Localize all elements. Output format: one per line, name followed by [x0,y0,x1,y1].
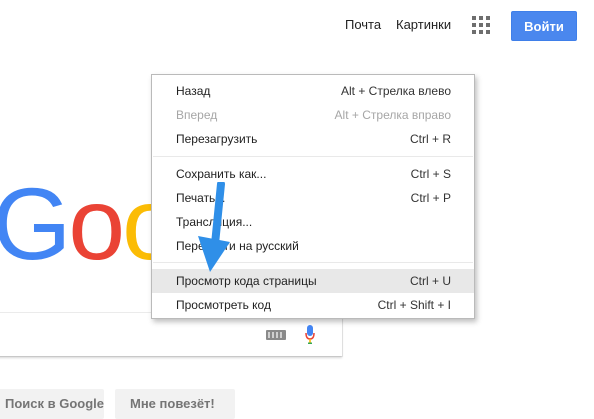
keyboard-icon[interactable] [266,330,286,340]
menu-item-label: Сохранить как... [176,167,267,181]
menu-item-inspect[interactable]: Просмотреть код Ctrl + Shift + I [152,293,474,317]
google-search-button[interactable]: Поиск в Google [0,389,104,419]
menu-item-label: Назад [176,84,211,98]
images-link[interactable]: Картинки [396,17,451,32]
menu-separator [153,156,473,157]
menu-item-shortcut: Ctrl + P [410,191,451,205]
search-input[interactable] [0,313,342,356]
menu-item-cast[interactable]: Трансляция... [152,210,474,234]
menu-item-translate[interactable]: Перевести на русский [152,234,474,258]
feeling-lucky-button[interactable]: Мне повезёт! [115,389,235,419]
microphone-icon[interactable] [305,325,315,345]
menu-item-label: Трансляция... [176,215,253,229]
menu-item-back[interactable]: Назад Alt + Стрелка влево [152,79,474,103]
signin-button[interactable]: Войти [511,11,577,41]
menu-item-forward[interactable]: Вперед Alt + Стрелка вправо [152,103,474,127]
mail-link[interactable]: Почта [345,17,381,32]
logo-letter: G [0,167,71,281]
menu-item-label: Перезагрузить [176,132,258,146]
menu-item-label: Просмотр кода страницы [176,274,317,288]
menu-item-shortcut: Alt + Стрелка влево [340,84,451,98]
menu-item-reload[interactable]: Перезагрузить Ctrl + R [152,127,474,151]
menu-item-print[interactable]: Печать... Ctrl + P [152,186,474,210]
menu-item-view-source[interactable]: Просмотр кода страницы Ctrl + U [152,269,474,293]
apps-grid-icon[interactable] [472,16,490,34]
menu-separator [153,262,473,263]
menu-item-label: Перевести на русский [176,239,299,253]
menu-item-shortcut: Ctrl + Shift + I [377,298,451,312]
menu-item-label: Вперед [176,108,218,122]
menu-item-label: Печать... [176,191,226,205]
menu-item-shortcut: Alt + Стрелка вправо [334,108,451,122]
context-menu: Назад Alt + Стрелка влево Вперед Alt + С… [151,74,475,319]
menu-item-save-as[interactable]: Сохранить как... Ctrl + S [152,162,474,186]
menu-item-shortcut: Ctrl + U [409,274,451,288]
logo-letter: o [68,167,125,281]
menu-item-shortcut: Ctrl + S [410,167,451,181]
menu-item-label: Просмотреть код [176,298,271,312]
menu-item-shortcut: Ctrl + R [409,132,451,146]
